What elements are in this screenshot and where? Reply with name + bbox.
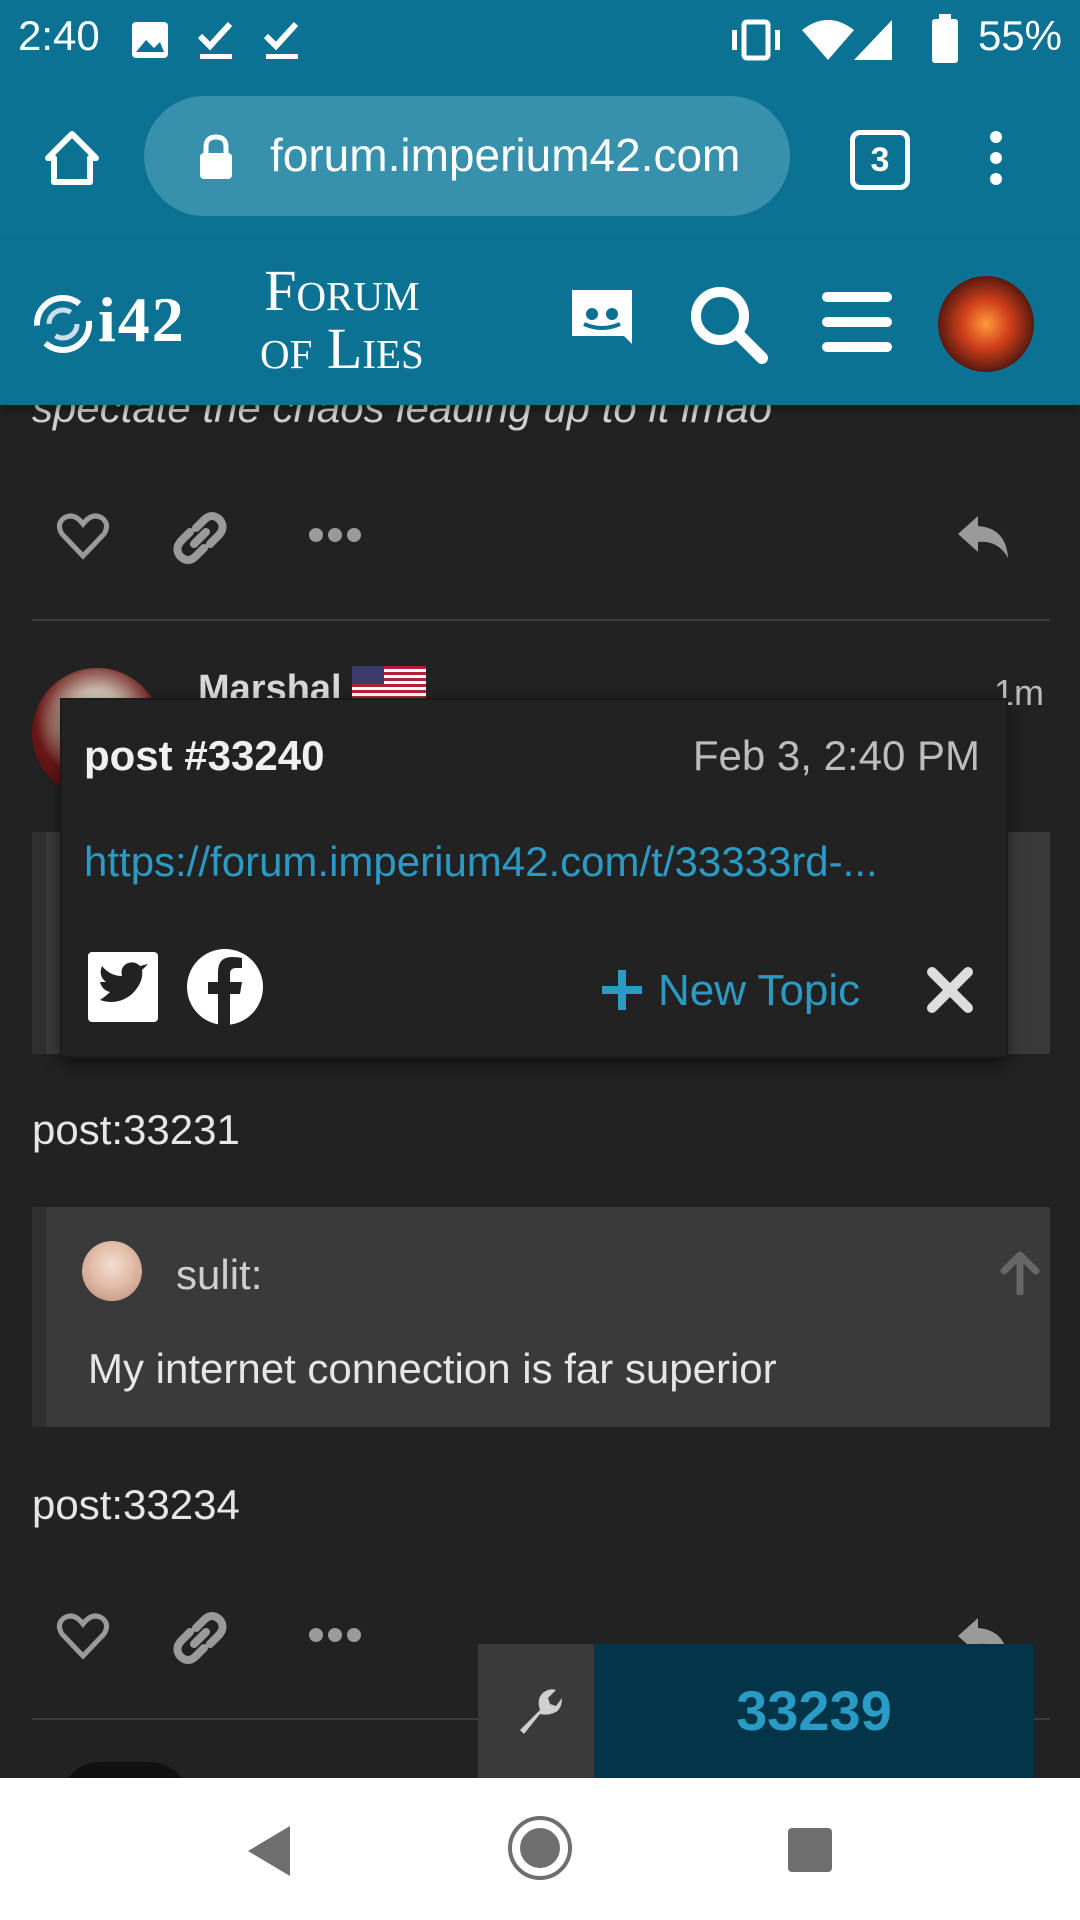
logo-line-2: of Lies [260,316,424,381]
home-nav-icon[interactable] [506,1814,574,1882]
plus-icon[interactable] [602,970,642,1010]
quote-author-avatar [82,1241,142,1301]
topic-progress-widget[interactable]: 33239 [478,1644,1034,1778]
link-icon[interactable] [172,1610,228,1666]
admin-wrench-button[interactable] [478,1644,594,1778]
signal-icon [854,20,892,60]
reply-icon[interactable] [954,512,1012,560]
more-actions-icon[interactable] [308,1626,362,1644]
tab-switcher-button[interactable]: 3 [850,130,910,190]
post-progress-number[interactable]: 33239 [594,1644,1034,1778]
link-icon[interactable] [172,510,228,566]
post-body-line-1: post:33231 [32,1106,240,1153]
check-notification-icon [263,21,299,59]
vibrate-icon [732,19,780,61]
i42-swirl-logo [34,295,92,353]
quote-text: My internet connection is far superior [88,1345,777,1392]
discord-icon[interactable] [566,284,638,362]
quote-block: sulit: My internet connection is far sup… [32,1207,1050,1427]
status-time: 2:40 [18,12,100,59]
share-post-title: post #33240 [84,732,325,779]
share-popup: post #33240 Feb 3, 2:40 PM https://forum… [62,700,1006,1056]
android-navigation-bar [0,1778,1080,1920]
battery-icon [932,14,958,63]
new-topic-button[interactable]: New Topic [658,966,860,1016]
post-divider [32,619,1050,621]
share-post-date: Feb 3, 2:40 PM [692,732,980,779]
i42-logo-text[interactable]: i42 [98,283,186,357]
image-notification-icon [132,22,168,58]
logo-line-1: Forum [264,258,420,323]
close-icon[interactable] [926,966,974,1014]
facebook-icon[interactable] [186,948,264,1026]
url-text[interactable]: forum.imperium42.com [270,128,740,182]
forum-of-lies-logo[interactable]: Forum of Lies [260,262,424,378]
search-icon[interactable] [688,284,768,364]
lock-icon [200,134,232,179]
us-flag-icon [352,666,426,702]
share-url-link[interactable]: https://forum.imperium42.com/t/33333rd-.… [84,838,984,886]
like-heart-icon[interactable] [56,1612,110,1660]
wrench-icon [520,1689,562,1734]
status-bar: 2:40 55% [0,0,1080,80]
hamburger-menu-icon[interactable] [822,290,892,354]
check-notification-icon [197,21,233,59]
back-icon[interactable] [244,1824,292,1878]
recents-icon[interactable] [786,1826,834,1874]
like-heart-icon[interactable] [56,512,110,560]
battery-percentage: 55% [977,12,1062,59]
twitter-icon[interactable] [88,952,158,1022]
expand-quote-icon[interactable] [1000,1251,1040,1295]
quote-author: sulit: [176,1251,263,1298]
more-actions-icon[interactable] [308,526,362,544]
home-icon[interactable] [42,128,102,188]
user-avatar[interactable] [938,276,1034,372]
wifi-icon [802,20,854,60]
more-options-icon[interactable] [984,128,1008,188]
post-body-line-2: post:33234 [32,1481,240,1528]
